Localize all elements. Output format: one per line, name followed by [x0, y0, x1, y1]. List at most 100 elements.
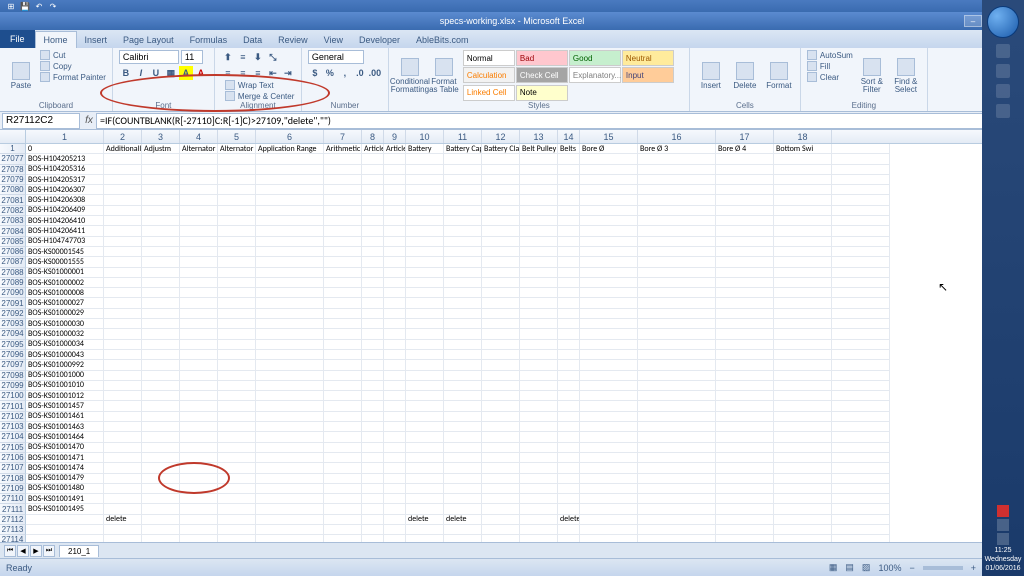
cell[interactable] [142, 268, 180, 278]
cell[interactable] [774, 175, 832, 185]
cell[interactable] [580, 216, 638, 226]
cell[interactable] [142, 401, 180, 411]
align-right-icon[interactable]: ≡ [251, 66, 265, 80]
tray-icon[interactable] [997, 519, 1009, 531]
cell[interactable] [218, 371, 256, 381]
cell[interactable] [482, 175, 520, 185]
cell[interactable] [142, 329, 180, 339]
align-bot-icon[interactable]: ⬇ [251, 50, 265, 64]
cell[interactable] [384, 474, 406, 484]
cell[interactable] [180, 216, 218, 226]
cell[interactable] [580, 422, 638, 432]
cell[interactable] [716, 319, 774, 329]
cell[interactable] [362, 278, 384, 288]
cell[interactable] [142, 463, 180, 473]
cell[interactable]: BOS-KS01001470 [26, 443, 104, 453]
cell[interactable]: Articles c [384, 144, 406, 154]
cell[interactable] [716, 237, 774, 247]
cell[interactable] [716, 247, 774, 257]
cell[interactable] [384, 309, 406, 319]
tab-pagelayout[interactable]: Page Layout [115, 32, 182, 48]
cell[interactable] [384, 206, 406, 216]
cell[interactable] [520, 340, 558, 350]
cell[interactable] [256, 463, 324, 473]
conditional-formatting-button[interactable]: Conditional Formatting [395, 50, 425, 101]
cell[interactable] [362, 360, 384, 370]
cell[interactable] [580, 257, 638, 267]
cell[interactable] [716, 474, 774, 484]
cell[interactable] [180, 319, 218, 329]
cell[interactable] [406, 329, 444, 339]
cell[interactable] [256, 165, 324, 175]
cell[interactable] [832, 381, 890, 391]
cell[interactable] [218, 185, 256, 195]
cell[interactable]: BOS-H104205316 [26, 165, 104, 175]
cell[interactable] [180, 371, 218, 381]
cell[interactable]: BOS-KS01001461 [26, 412, 104, 422]
tab-nav-last[interactable]: ⏭ [43, 545, 55, 557]
cell[interactable] [324, 474, 362, 484]
cell[interactable] [558, 504, 580, 514]
cell[interactable] [558, 391, 580, 401]
col-header[interactable]: 15 [580, 130, 638, 143]
cell[interactable] [520, 329, 558, 339]
cell[interactable] [638, 515, 716, 525]
cell[interactable] [558, 360, 580, 370]
cell[interactable] [142, 412, 180, 422]
cell[interactable] [180, 206, 218, 216]
cell[interactable] [362, 391, 384, 401]
cell[interactable] [832, 278, 890, 288]
cell[interactable] [774, 165, 832, 175]
cell[interactable] [774, 371, 832, 381]
cell[interactable] [716, 463, 774, 473]
cell[interactable] [832, 515, 890, 525]
cell[interactable] [716, 298, 774, 308]
cell[interactable] [180, 298, 218, 308]
cell[interactable]: BOS-H104747703 [26, 237, 104, 247]
cell[interactable] [142, 494, 180, 504]
cell[interactable]: BOS-H104206307 [26, 185, 104, 195]
cell[interactable] [142, 340, 180, 350]
cell[interactable] [362, 474, 384, 484]
cell[interactable] [218, 278, 256, 288]
cell[interactable] [406, 371, 444, 381]
cell[interactable] [832, 329, 890, 339]
save-icon[interactable]: 💾 [20, 1, 30, 11]
cell[interactable] [638, 288, 716, 298]
cell[interactable] [482, 432, 520, 442]
cell[interactable] [716, 350, 774, 360]
cell[interactable] [256, 226, 324, 236]
cell[interactable] [362, 350, 384, 360]
cell[interactable] [638, 422, 716, 432]
cell[interactable] [180, 401, 218, 411]
cell[interactable] [520, 474, 558, 484]
cell[interactable] [180, 350, 218, 360]
cell[interactable] [180, 504, 218, 514]
worksheet[interactable]: 123456789101112131415161718 10Additional… [0, 130, 982, 558]
cell[interactable] [218, 484, 256, 494]
cell[interactable] [558, 340, 580, 350]
cell[interactable] [580, 237, 638, 247]
cell[interactable] [638, 484, 716, 494]
cell[interactable] [716, 401, 774, 411]
cell[interactable] [384, 278, 406, 288]
cell[interactable] [716, 257, 774, 267]
tab-nav-first[interactable]: ⏮ [4, 545, 16, 557]
cell[interactable] [218, 237, 256, 247]
cell[interactable] [482, 288, 520, 298]
cell[interactable] [104, 154, 142, 164]
cell[interactable] [104, 165, 142, 175]
cell[interactable] [256, 422, 324, 432]
cell[interactable] [324, 278, 362, 288]
cell[interactable] [520, 257, 558, 267]
col-header[interactable]: 16 [638, 130, 716, 143]
cell[interactable] [832, 247, 890, 257]
cell[interactable] [324, 195, 362, 205]
cell[interactable] [774, 432, 832, 442]
cell[interactable] [832, 165, 890, 175]
cell[interactable] [218, 298, 256, 308]
cell[interactable]: Adjustm [142, 144, 180, 154]
cell[interactable] [218, 360, 256, 370]
cell[interactable] [218, 329, 256, 339]
cell[interactable] [256, 515, 324, 525]
